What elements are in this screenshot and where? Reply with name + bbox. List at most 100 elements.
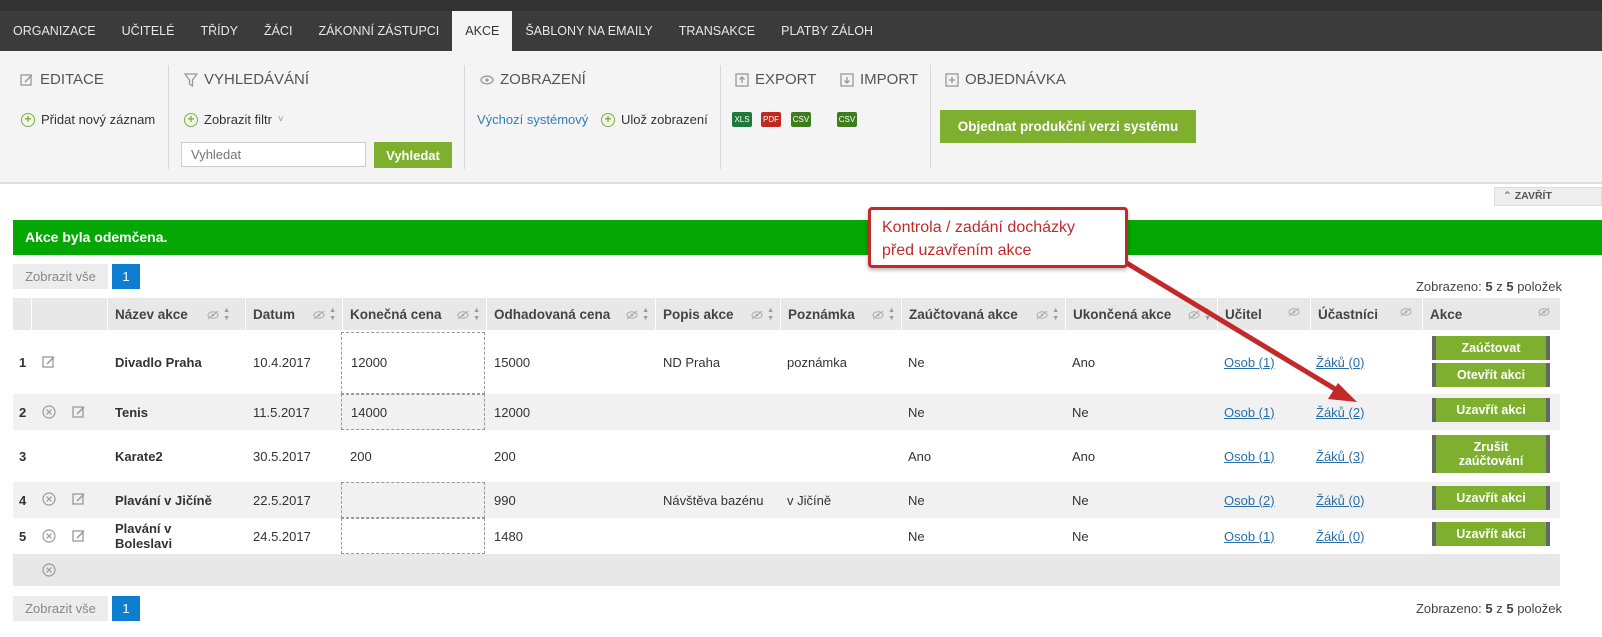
hide-column-icon[interactable]: [1400, 307, 1412, 317]
participants-link[interactable]: Žáků (3): [1316, 430, 1364, 482]
col-popis-akce[interactable]: Popis akce ▲ ▼: [656, 298, 780, 330]
nav-akce[interactable]: AKCE: [452, 11, 513, 51]
sort-icon[interactable]: ▲ ▼: [1052, 307, 1059, 323]
cancel-booking-button[interactable]: Zrušit zaúčtování: [1432, 435, 1550, 473]
table-row: 5 Plavání v Boleslavi 24.5.2017 1480 Ne …: [13, 518, 1560, 554]
participants-link[interactable]: Žáků (2): [1316, 394, 1364, 430]
teacher-link[interactable]: Osob (2): [1224, 482, 1275, 518]
column-header-label: Účastníci: [1318, 306, 1379, 322]
participants-link[interactable]: Žáků (0): [1316, 330, 1364, 394]
plus-circle-icon: +: [184, 112, 198, 127]
page-button[interactable]: 1: [112, 596, 140, 621]
shown-prefix: Zobrazeno:: [1415, 601, 1482, 616]
eye-icon: [480, 73, 494, 87]
sort-icon[interactable]: ▲ ▼: [223, 307, 230, 323]
hide-column-icon[interactable]: [457, 310, 469, 320]
plus-circle-icon: +: [21, 112, 35, 127]
nav-ucitele[interactable]: UČITELÉ: [109, 11, 188, 51]
hide-column-icon[interactable]: [751, 310, 763, 320]
col-nazev-akce[interactable]: Název akce ▲ ▼: [108, 298, 236, 330]
nav-sablony-na-emaily[interactable]: ŠABLONY NA EMAILY: [512, 11, 665, 51]
pdf-export-icon[interactable]: PDF: [761, 112, 781, 127]
final-price-field[interactable]: [341, 518, 485, 554]
edit-row-icon[interactable]: [72, 492, 86, 506]
hide-column-icon[interactable]: [207, 310, 219, 320]
header-divider: [655, 298, 656, 330]
csv-import-icon[interactable]: CSV: [837, 112, 857, 127]
finished-status: Ano: [1072, 448, 1096, 464]
delete-row-icon[interactable]: [42, 529, 56, 543]
delete-row-icon[interactable]: [42, 492, 56, 506]
edit-row-icon[interactable]: [72, 405, 86, 419]
close-toolbar-button[interactable]: ⌃ ZAVŘÍT: [1494, 187, 1602, 206]
column-header-label: Název akce: [115, 306, 188, 322]
open-event-button[interactable]: Otevřít akci: [1432, 363, 1550, 387]
sort-icon[interactable]: ▲ ▼: [1204, 307, 1211, 323]
order-production-button[interactable]: Objednat produkční verzi systému: [940, 110, 1196, 143]
delete-row-icon[interactable]: [42, 405, 56, 419]
sort-icon[interactable]: ▲ ▼: [329, 307, 336, 323]
book-event-button[interactable]: Zaúčtovat: [1432, 336, 1550, 360]
close-event-button[interactable]: Uzavřít akci: [1432, 486, 1550, 510]
hide-column-icon[interactable]: [626, 310, 638, 320]
col-ucastnici[interactable]: Účastníci: [1311, 298, 1422, 330]
participants-link[interactable]: Žáků (0): [1316, 518, 1364, 554]
hide-column-icon[interactable]: [1538, 307, 1550, 317]
show-filter-link[interactable]: + Zobrazit filtr ˅: [184, 112, 284, 127]
event-date: 22.5.2017: [253, 492, 311, 508]
row-number: 3: [19, 448, 27, 464]
nav-transakce[interactable]: TRANSAKCE: [666, 11, 768, 51]
nav-platby-zaloh[interactable]: PLATBY ZÁLOH: [768, 11, 886, 51]
col-akce[interactable]: Akce: [1423, 298, 1560, 330]
nav-organizace[interactable]: ORGANIZACE: [0, 11, 109, 51]
nav-zakonni-zastupci[interactable]: ZÁKONNÍ ZÁSTUPCI: [305, 11, 452, 51]
final-price: 200: [350, 448, 372, 464]
hide-column-icon[interactable]: [313, 310, 325, 320]
final-price-field[interactable]: [341, 482, 485, 518]
show-all-button[interactable]: Zobrazit vše: [13, 264, 108, 289]
nav-zaci[interactable]: ŽÁCI: [251, 11, 305, 51]
sort-icon[interactable]: ▲ ▼: [888, 307, 895, 323]
teacher-link[interactable]: Osob (1): [1224, 430, 1275, 482]
col-ukoncena-akce[interactable]: Ukončená akce ▲ ▼: [1066, 298, 1217, 330]
hide-column-icon[interactable]: [1188, 310, 1200, 320]
sort-icon[interactable]: ▲ ▼: [767, 307, 774, 323]
show-all-button[interactable]: Zobrazit vše: [13, 596, 108, 621]
edit-row-icon[interactable]: [42, 355, 56, 369]
top-strip: [0, 0, 1602, 11]
hide-column-icon[interactable]: [872, 310, 884, 320]
xls-export-icon[interactable]: XLS: [732, 112, 752, 127]
csv-export-icon[interactable]: CSV: [791, 112, 811, 127]
close-event-button[interactable]: Uzavřít akci: [1432, 522, 1550, 546]
col-ucitel[interactable]: Učitel: [1218, 298, 1310, 330]
col-zauctovana-akce[interactable]: Zaúčtovaná akce ▲ ▼: [902, 298, 1065, 330]
add-record-link[interactable]: + Přidat nový záznam: [21, 112, 155, 127]
edit-row-icon[interactable]: [72, 529, 86, 543]
export-icon: [735, 72, 749, 87]
col-poznamka[interactable]: Poznámka ▲ ▼: [781, 298, 901, 330]
event-date: 30.5.2017: [253, 448, 311, 464]
delete-row-icon[interactable]: [42, 563, 56, 577]
col-datum[interactable]: Datum ▲ ▼: [246, 298, 342, 330]
col-odhadovana-cena[interactable]: Odhadovaná cena ▲ ▼: [487, 298, 655, 330]
sort-icon[interactable]: ▲ ▼: [473, 307, 480, 323]
col-konecna-cena[interactable]: Konečná cena ▲ ▼: [343, 298, 486, 330]
search-input[interactable]: [181, 142, 366, 167]
hide-column-icon[interactable]: [1036, 310, 1048, 320]
finished-status: Ne: [1072, 404, 1089, 420]
nav-tridy[interactable]: TŘÍDY: [187, 11, 251, 51]
page-button[interactable]: 1: [112, 264, 140, 289]
hide-column-icon[interactable]: [1288, 307, 1300, 317]
teacher-link[interactable]: Osob (1): [1224, 330, 1275, 394]
search-button[interactable]: Vyhledat: [374, 142, 452, 168]
teacher-link[interactable]: Osob (1): [1224, 518, 1275, 554]
default-view-link[interactable]: Výchozí systémový: [477, 112, 588, 127]
close-event-button[interactable]: Uzavřít akci: [1432, 398, 1550, 422]
sort-icon[interactable]: ▲ ▼: [642, 307, 649, 323]
participants-link[interactable]: Žáků (0): [1316, 482, 1364, 518]
teacher-link[interactable]: Osob (1): [1224, 394, 1275, 430]
row-number: 2: [19, 404, 27, 420]
header-divider: [1065, 298, 1066, 330]
save-view-link[interactable]: + Ulož zobrazení: [601, 112, 708, 127]
objednavka-title: OBJEDNÁVKA: [945, 71, 1066, 88]
